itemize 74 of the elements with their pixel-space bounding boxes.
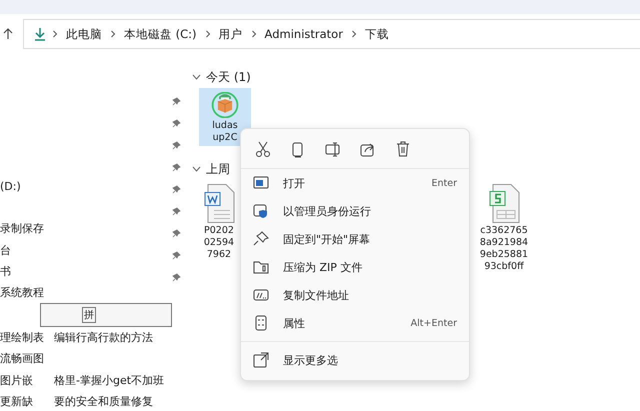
pin-icon (172, 229, 181, 238)
nav-item[interactable]: 流畅画图 (0, 351, 52, 366)
ime-indicator: 拼 (82, 307, 96, 324)
word-file-icon (204, 184, 234, 223)
pin-icon (172, 163, 181, 172)
chevron-icon (52, 30, 58, 38)
menu-item[interactable]: 压缩为 ZIP 文件 (241, 253, 469, 281)
group-header[interactable]: 上周 (206, 160, 230, 178)
nav-item[interactable]: 图片嵌 (0, 372, 52, 388)
breadcrumb[interactable]: 用户 (218, 26, 243, 42)
chevron-icon (250, 30, 257, 38)
file-tile[interactable]: c3362765 8a921984 9eb25881 93cbf0ff (474, 180, 534, 275)
pin-icon (253, 231, 269, 247)
nav-item[interactable]: 格里-掌握小get不加班 (54, 372, 164, 388)
nav-item[interactable]: 系统教程 (0, 285, 52, 300)
pin-icon (172, 119, 181, 128)
menu-label: 显示更多选 (283, 352, 339, 368)
path-icon (253, 287, 269, 303)
breadcrumb[interactable]: Administrator (264, 27, 343, 41)
chevron-down-icon[interactable] (192, 74, 201, 80)
menu-item[interactable]: 复制文件地址 (241, 281, 469, 309)
chevron-icon (350, 30, 357, 38)
menu-item[interactable]: 显示更多选 (241, 341, 469, 374)
menu-item[interactable]: 固定到"开始"屏幕 (241, 225, 469, 253)
file-name: ludas up2C (212, 120, 238, 144)
pin-icon (172, 273, 181, 282)
menu-item[interactable]: 以管理员身份运行 (241, 197, 469, 225)
breadcrumb[interactable]: 此电脑 (66, 26, 102, 42)
menu-item[interactable]: 打开 Enter (241, 169, 469, 197)
nav-item[interactable]: 更新缺 (0, 394, 52, 409)
share-icon[interactable] (360, 141, 376, 158)
pin-icon (172, 251, 181, 260)
breadcrumb[interactable]: 下载 (364, 26, 389, 42)
download-icon (34, 27, 46, 41)
pin-icon (172, 97, 181, 106)
pin-icon (172, 185, 181, 194)
file-tile[interactable]: ludas up2C (199, 88, 251, 146)
file-name: c3362765 8a921984 9eb25881 93cbf0ff (480, 225, 528, 273)
cut-icon[interactable] (255, 141, 271, 158)
properties-icon (253, 315, 269, 331)
breadcrumb[interactable]: 本地磁盘 (C:) (124, 26, 197, 42)
chevron-icon (204, 30, 211, 38)
nav-item[interactable]: 要的安全和质量修复 (54, 394, 153, 409)
nav-item[interactable]: 录制保存 (0, 221, 52, 236)
nav-item[interactable]: (D:) (0, 180, 52, 194)
zip-folder-icon (253, 259, 269, 275)
pin-icon (172, 207, 181, 216)
nav-item[interactable]: 台 (0, 242, 52, 258)
menu-label: 打开 (283, 176, 306, 190)
nav-item[interactable]: 编辑行高行款的方法 (54, 330, 153, 345)
shortcut-text: Alt+Enter (410, 318, 457, 328)
file-tile[interactable]: P0202 02594 7962 (202, 180, 236, 275)
menu-item[interactable]: 属性 Alt+Enter (241, 309, 469, 337)
group-header[interactable]: 今天 (1) (206, 68, 251, 86)
nav-item[interactable]: 理绘制表 (0, 330, 52, 345)
menu-label: 属性 (283, 316, 306, 330)
window-icon (253, 175, 269, 191)
file-name: P0202 02594 7962 (204, 225, 234, 261)
address-bar[interactable]: 此电脑 本地磁盘 (C:) 用户 Administrator 下载 (23, 19, 640, 49)
expand-icon (253, 352, 269, 368)
shield-window-icon (253, 203, 269, 219)
menu-label: 复制文件地址 (283, 288, 350, 302)
up-arrow-icon[interactable] (3, 28, 13, 40)
chevron-down-icon[interactable] (192, 166, 201, 172)
rename-icon[interactable] (325, 141, 341, 158)
menu-label: 压缩为 ZIP 文件 (283, 260, 364, 274)
menu-label: 以管理员身份运行 (283, 204, 372, 218)
shortcut-text: Enter (432, 178, 457, 188)
pin-icon (172, 141, 181, 150)
sheet-file-icon (488, 184, 520, 223)
chevron-icon (110, 30, 116, 38)
nav-item[interactable]: 书 (0, 264, 52, 280)
trash-icon[interactable] (395, 141, 411, 158)
menu-label: 固定到"开始"屏幕 (283, 232, 372, 246)
